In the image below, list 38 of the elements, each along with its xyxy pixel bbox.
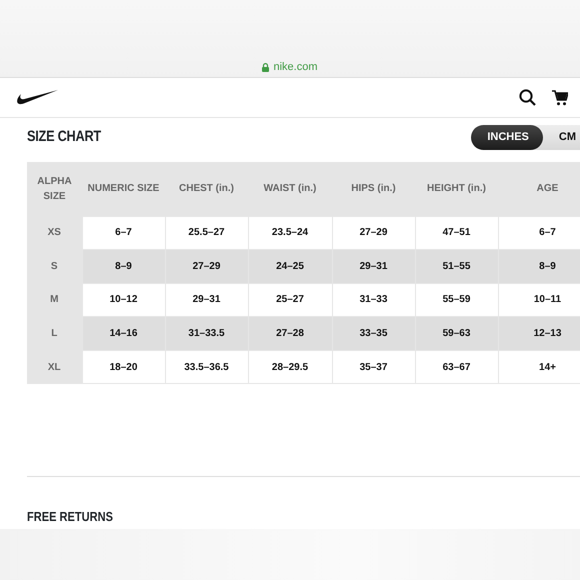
url-text: nike.com: [273, 60, 318, 75]
size-label: XS: [27, 216, 82, 250]
column-header: AGE: [498, 162, 580, 216]
column-header: WAIST (in.): [248, 162, 332, 216]
logo-icon[interactable]: [16, 90, 58, 105]
table-cell: 6–7: [82, 216, 165, 250]
table-cell: 28–29.5: [248, 350, 332, 384]
table-cell: 35–37: [332, 350, 415, 384]
table-cell: 29–31: [332, 250, 415, 284]
table-cell: 24–25: [248, 250, 332, 284]
column-header: HIPS (in.): [332, 162, 415, 216]
table-cell: 51–55: [415, 250, 498, 284]
section-heading: FREE RETURNS: [27, 508, 114, 526]
page-title: SIZE CHART: [27, 128, 101, 146]
column-header: ALPHA SIZE: [27, 162, 82, 216]
unit-toggle[interactable]: INCHES: [471, 124, 543, 150]
column-header: NUMERIC SIZE: [82, 162, 165, 216]
table-cell: 33.5–36.5: [165, 350, 248, 384]
table-cell: 27–29: [165, 250, 248, 284]
column-header: CHEST (in.): [165, 162, 248, 216]
table-cell: 14–16: [82, 316, 165, 350]
size-label: XL: [27, 350, 82, 384]
table-cell: 31–33.5: [165, 316, 248, 350]
table-cell: 18–20: [82, 350, 165, 384]
table-cell: 12–13: [498, 316, 580, 350]
table-cell: 59–63: [415, 316, 498, 350]
cart-icon[interactable]: [552, 90, 568, 106]
column-header: HEIGHT (in.): [415, 162, 498, 216]
table-cell: 8–9: [498, 250, 580, 284]
search-icon[interactable]: [519, 89, 536, 106]
unit-toggle[interactable]: CM: [542, 124, 580, 150]
table-cell: 27–28: [248, 316, 332, 350]
table-cell: 33–35: [332, 316, 415, 350]
table-cell: 63–67: [415, 350, 498, 384]
size-label: L: [27, 316, 82, 350]
table-cell: 8–9: [82, 250, 165, 284]
size-label: M: [27, 283, 82, 317]
size-label: S: [27, 250, 82, 284]
